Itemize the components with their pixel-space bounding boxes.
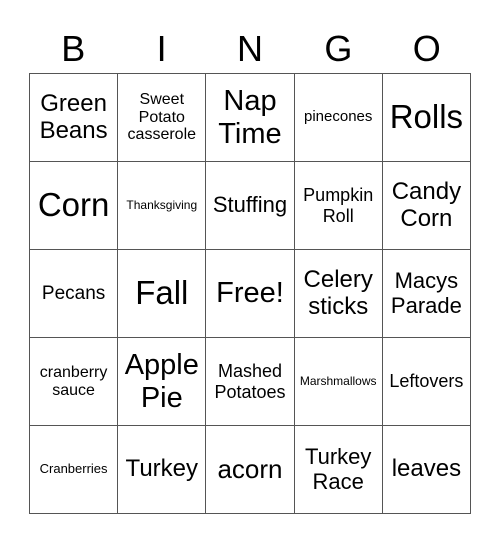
bingo-cell[interactable]: Apple Pie [118,338,207,426]
bingo-cell[interactable]: Turkey [118,426,207,514]
bingo-header: B I N G O [29,26,471,72]
bingo-cell[interactable]: Leftovers [382,338,471,426]
bingo-cell[interactable]: Rolls [382,74,471,162]
bingo-cell[interactable]: Green Beans [30,74,119,162]
bingo-grid: Green Beans Sweet Potato casserole Nap T… [29,73,471,514]
bingo-cell[interactable]: Turkey Race [294,426,383,514]
header-letter-n: N [236,28,263,69]
bingo-cell[interactable]: Cranberries [30,426,119,514]
free-space-cell[interactable]: Free! [206,250,295,338]
bingo-cell[interactable]: Stuffing [206,162,295,250]
header-letter-o: O [412,28,441,69]
header-letter-b: B [61,28,86,69]
bingo-cell[interactable]: Candy Corn [382,162,471,250]
bingo-cell[interactable]: Thanksgiving [118,162,207,250]
bingo-cell[interactable]: Nap Time [206,74,295,162]
bingo-cell[interactable]: Sweet Potato casserole [118,74,207,162]
bingo-cell[interactable]: Marshmallows [294,338,383,426]
bingo-cell[interactable]: Pecans [30,250,119,338]
bingo-cell[interactable]: Celery sticks [294,250,383,338]
bingo-cell[interactable]: pinecones [294,74,383,162]
bingo-cell[interactable]: Fall [118,250,207,338]
bingo-cell[interactable]: leaves [382,426,471,514]
header-letter-g: G [324,28,353,69]
bingo-cell[interactable]: Macys Parade [382,250,471,338]
bingo-cell[interactable]: cranberry sauce [30,338,119,426]
bingo-cell[interactable]: acorn [206,426,295,514]
bingo-cell[interactable]: Mashed Potatoes [206,338,295,426]
header-letter-i: I [156,28,167,69]
bingo-cell[interactable]: Corn [30,162,119,250]
bingo-cell[interactable]: Pumpkin Roll [294,162,383,250]
